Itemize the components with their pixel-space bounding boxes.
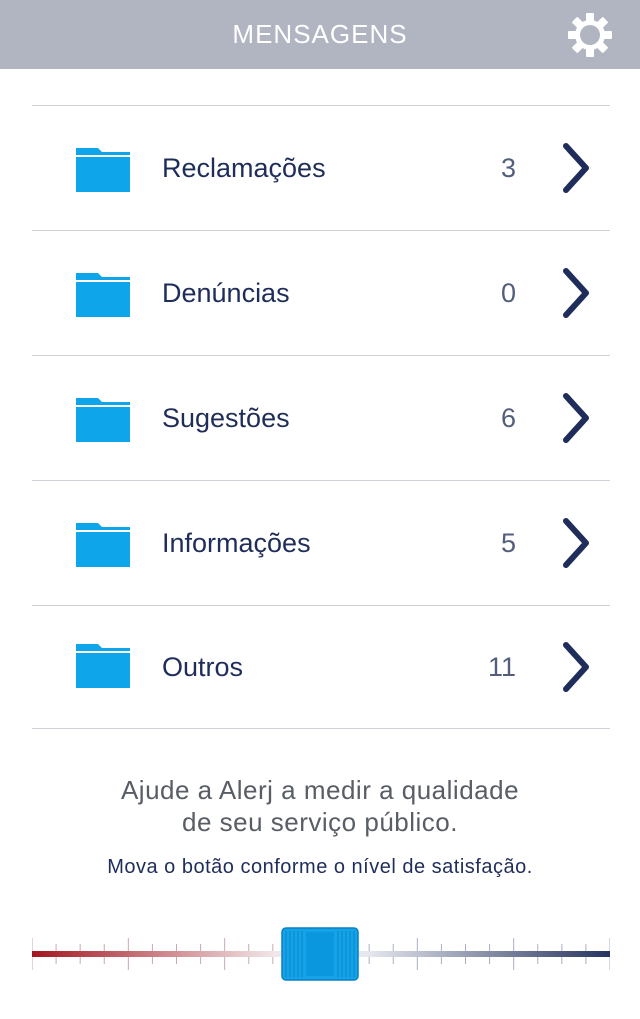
list-item-outros[interactable]: Outros 11: [32, 606, 610, 729]
list-item-count: 3: [500, 152, 516, 183]
chevron-right-icon: [563, 143, 589, 193]
survey-title: Ajude a Alerj a medir a qualidade de seu…: [0, 774, 640, 838]
survey-hint: Mova o botão conforme o nível de satisfa…: [107, 856, 533, 878]
chevron-right-icon: [563, 518, 589, 568]
folder-icon: [76, 398, 130, 442]
survey-title-line: de seu serviço público.: [182, 807, 458, 837]
folder-icon: [76, 273, 130, 317]
app-header: MENSAGENS: [0, 0, 640, 69]
list-item-sugestoes[interactable]: Sugestões 6: [32, 356, 610, 481]
slider-handle[interactable]: [281, 927, 359, 981]
list-item-label: Outros: [162, 651, 244, 682]
list-item-count: 5: [500, 527, 516, 558]
chevron-right-icon: [563, 393, 589, 443]
satisfaction-slider[interactable]: [32, 920, 610, 990]
chevron-right-icon: [563, 268, 589, 318]
list-item-label: Reclamações: [162, 152, 326, 183]
survey-title-line: Ajude a Alerj a medir a qualidade: [120, 775, 520, 805]
page-title: MENSAGENS: [232, 19, 408, 49]
folder-icon: [76, 644, 130, 688]
category-list: Reclamações 3 Denúncias 0 Sugestões 6 In…: [32, 105, 610, 729]
list-item-informacoes[interactable]: Informações 5: [32, 481, 610, 606]
list-item-reclamacoes[interactable]: Reclamações 3: [32, 106, 610, 231]
chevron-right-icon: [563, 642, 589, 692]
list-item-label: Denúncias: [162, 277, 290, 308]
list-item-count: 11: [487, 651, 516, 682]
list-item-denuncias[interactable]: Denúncias 0: [32, 231, 610, 356]
folder-icon: [76, 148, 130, 192]
list-item-count: 6: [500, 402, 516, 433]
gear-icon[interactable]: [566, 11, 614, 59]
list-item-label: Sugestões: [162, 402, 290, 433]
list-item-count: 0: [500, 277, 516, 308]
list-item-label: Informações: [162, 527, 311, 558]
folder-icon: [76, 523, 130, 567]
